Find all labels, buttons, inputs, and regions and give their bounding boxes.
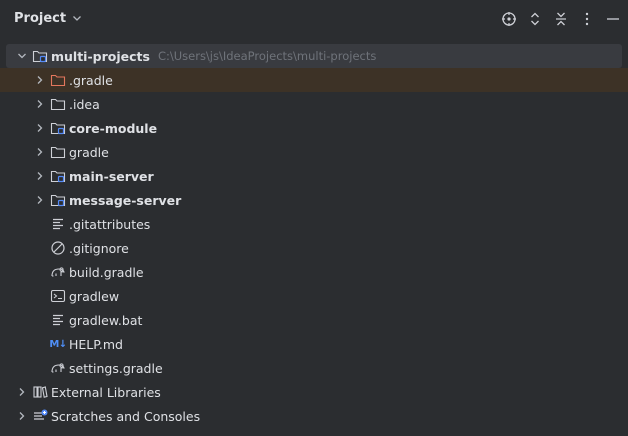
folder-icon	[50, 96, 66, 112]
tree-item-label: core-module	[69, 120, 158, 136]
scratches-icon	[32, 408, 48, 424]
tree-item-settings-gradle[interactable]: settings.gradle	[0, 356, 628, 380]
collapse-all-icon[interactable]	[552, 10, 570, 28]
tree-item-label: .gitattributes	[69, 216, 151, 232]
tree-item-core-module[interactable]: core-module	[0, 116, 628, 140]
chevron-right-icon[interactable]	[14, 384, 30, 400]
tree-item-label: main-server	[69, 168, 154, 184]
tree-item-gradlew-bat[interactable]: gradlew.bat	[0, 308, 628, 332]
module-folder-icon	[50, 192, 66, 208]
project-tree: multi-projects C:\Users\js\IdeaProjects\…	[0, 44, 628, 428]
tree-item-label: .gitignore	[69, 240, 129, 256]
tree-item-gitattributes[interactable]: .gitattributes	[0, 212, 628, 236]
tree-item-build-gradle[interactable]: build.gradle	[0, 260, 628, 284]
tree-item-label: .gradle	[69, 72, 113, 88]
tree-item-help-md[interactable]: M↓ HELP.md	[0, 332, 628, 356]
tree-item-label: gradle	[69, 144, 109, 160]
text-file-icon	[50, 216, 66, 232]
tree-item-message-server[interactable]: message-server	[0, 188, 628, 212]
shell-script-icon	[50, 288, 66, 304]
tree-item-gradle-folder[interactable]: gradle	[0, 140, 628, 164]
chevron-down-icon	[72, 11, 82, 26]
project-panel-header: Project	[0, 0, 628, 40]
panel-title: Project	[14, 11, 67, 26]
folder-icon	[50, 144, 66, 160]
chevron-right-icon[interactable]	[32, 120, 48, 136]
tree-item-idea-dir[interactable]: .idea	[0, 92, 628, 116]
tree-item-gitignore[interactable]: .gitignore	[0, 236, 628, 260]
tree-item-label: .idea	[69, 96, 100, 112]
expand-all-icon[interactable]	[526, 10, 544, 28]
tree-item-label: settings.gradle	[69, 360, 163, 376]
tree-item-label: gradlew.bat	[69, 312, 143, 328]
gradle-elephant-icon	[50, 360, 66, 376]
chevron-down-icon[interactable]	[14, 48, 30, 64]
text-file-icon	[50, 312, 66, 328]
tree-item-label: gradlew	[69, 288, 120, 304]
chevron-right-icon[interactable]	[32, 144, 48, 160]
excluded-folder-icon	[50, 72, 66, 88]
chevron-right-icon[interactable]	[32, 72, 48, 88]
chevron-right-icon[interactable]	[14, 408, 30, 424]
tree-item-gradlew[interactable]: gradlew	[0, 284, 628, 308]
gradle-elephant-icon	[50, 264, 66, 280]
tree-item-label: message-server	[69, 192, 182, 208]
module-folder-icon	[50, 120, 66, 136]
chevron-right-icon[interactable]	[32, 96, 48, 112]
tree-item-label: Scratches and Consoles	[51, 408, 201, 424]
tree-item-label: build.gradle	[69, 264, 144, 280]
more-vertical-icon[interactable]	[578, 10, 596, 28]
tree-item-gradle-dir[interactable]: .gradle	[0, 68, 628, 92]
tree-item-label: HELP.md	[69, 336, 123, 352]
tree-item-external-libraries[interactable]: External Libraries	[0, 380, 628, 404]
tree-item-label: multi-projects	[51, 48, 150, 64]
chevron-right-icon[interactable]	[32, 168, 48, 184]
library-icon	[32, 384, 48, 400]
chevron-right-icon[interactable]	[32, 192, 48, 208]
minimize-icon[interactable]	[604, 10, 622, 28]
tree-item-label: External Libraries	[51, 384, 161, 400]
project-view-selector[interactable]: Project	[14, 11, 82, 26]
module-folder-icon	[50, 168, 66, 184]
tree-item-scratches[interactable]: Scratches and Consoles	[0, 404, 628, 428]
markdown-file-icon: M↓	[49, 338, 67, 350]
ignore-file-icon	[50, 240, 66, 256]
crosshair-icon[interactable]	[500, 10, 518, 28]
tree-root-multi-projects[interactable]: multi-projects C:\Users\js\IdeaProjects\…	[6, 44, 622, 68]
project-path: C:\Users\js\IdeaProjects\multi-projects	[157, 49, 377, 63]
module-folder-icon	[32, 48, 48, 64]
tree-item-main-server[interactable]: main-server	[0, 164, 628, 188]
